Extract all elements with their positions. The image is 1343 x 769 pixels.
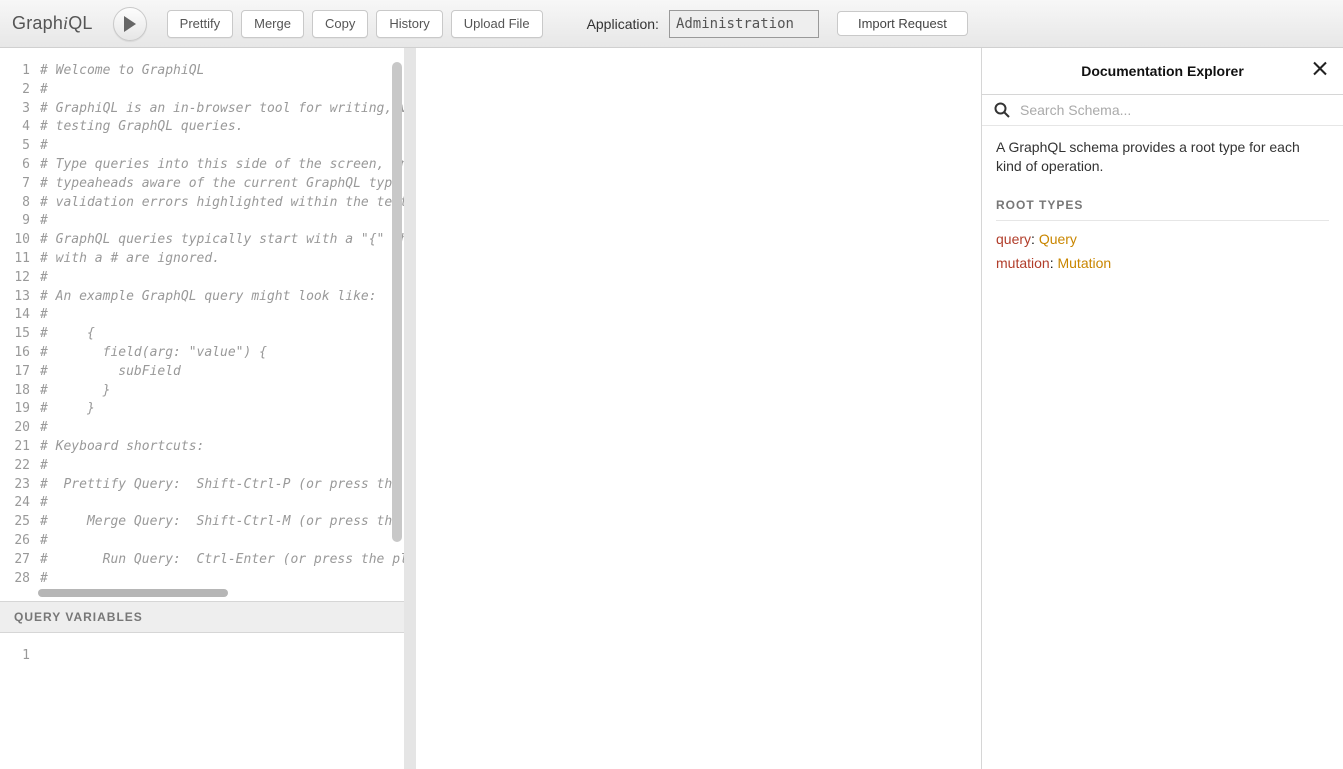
variables-line-gutter: 1 [0,647,36,666]
root-type-row: query: Query [996,231,1329,247]
root-types-list: query: Query mutation: Mutation [996,231,1329,271]
logo-prefix: Graph [12,13,63,33]
docs-search-input[interactable] [1018,101,1331,119]
scrollbar-thumb[interactable] [392,62,402,542]
search-icon [994,102,1010,118]
docs-body: A GraphQL schema provides a root type fo… [982,126,1343,769]
toolbar: GraphiQL Prettify Merge Copy History Upl… [0,0,1343,48]
line-number: 1 [0,647,30,666]
editor-results-splitter[interactable] [404,48,416,769]
query-variables-header[interactable]: Query Variables [0,601,404,633]
root-type-row: mutation: Mutation [996,255,1329,271]
root-types-heading: Root Types [996,198,1329,221]
root-type-link[interactable]: Query [1039,231,1077,247]
application-label: Application: [587,16,659,32]
docs-description: A GraphQL schema provides a root type fo… [996,138,1329,176]
root-field-name: mutation [996,255,1050,271]
application-select[interactable] [669,10,819,38]
line-gutter: 1 2 3 4 5 6 7 8 9 10 11 12 13 14 15 16 1… [0,62,36,585]
prettify-button[interactable]: Prettify [167,10,233,38]
logo-suffix: QL [68,13,92,33]
close-docs-button[interactable] [1309,58,1331,85]
scrollbar-thumb[interactable] [38,589,228,597]
history-button[interactable]: History [376,10,442,38]
editor-horizontal-scrollbar[interactable] [38,587,392,599]
docs-search-row [982,95,1343,126]
docs-title: Documentation Explorer [1081,63,1244,79]
query-variables-title: Query Variables [14,610,143,624]
editor-column: 1 2 3 4 5 6 7 8 9 10 11 12 13 14 15 16 1… [0,48,404,769]
copy-button[interactable]: Copy [312,10,368,38]
root-type-link[interactable]: Mutation [1057,255,1111,271]
toolbar-button-group: Prettify Merge Copy History Upload File [167,10,543,38]
root-field-name: query [996,231,1031,247]
documentation-explorer: Documentation Explorer A GraphQL schema … [981,48,1343,769]
docs-header: Documentation Explorer [982,48,1343,95]
run-query-button[interactable] [113,7,147,41]
query-variables-editor[interactable]: 1 [0,633,404,769]
code-content[interactable]: # Welcome to GraphiQL # # GraphiQL is an… [40,62,404,585]
query-editor[interactable]: 1 2 3 4 5 6 7 8 9 10 11 12 13 14 15 16 1… [0,48,404,601]
editor-vertical-scrollbar[interactable] [390,62,404,601]
play-icon [123,16,137,32]
import-request-button[interactable]: Import Request [837,11,968,36]
app-logo: GraphiQL [12,13,93,34]
main-area: 1 2 3 4 5 6 7 8 9 10 11 12 13 14 15 16 1… [0,48,1343,769]
upload-file-button[interactable]: Upload File [451,10,543,38]
results-pane [416,48,981,769]
merge-button[interactable]: Merge [241,10,304,38]
close-icon [1313,62,1327,76]
